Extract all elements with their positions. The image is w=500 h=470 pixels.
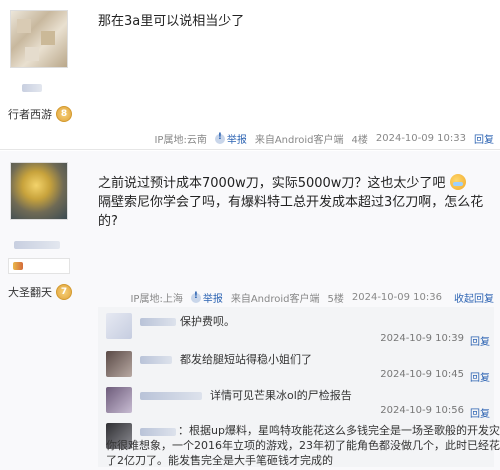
report-link[interactable]: 举报: [190, 290, 223, 305]
reply-username-blurred[interactable]: [140, 392, 202, 400]
ip-location: IP属地:上海: [130, 294, 183, 305]
reply-text: 都发给腿短站得稳小姐们了: [180, 353, 312, 366]
username-blurred[interactable]: [22, 84, 42, 92]
post-meta: IP属地:上海 举报 来自Android客户端 5楼 2024-10-09 10…: [130, 290, 494, 306]
reply-link[interactable]: 回复: [470, 369, 490, 384]
post-content-line2: 隔壁索尼你学会了吗，有爆料特工总开发成本超过3亿刀啊，怎么花的?: [98, 195, 484, 229]
floor-number: 4楼: [351, 135, 368, 146]
list-item: 都发给腿短站得稳小姐们了 2024-10-9 10:45 回复: [106, 351, 490, 385]
post-time: 2024-10-09 10:33: [375, 133, 466, 144]
post-content-line1: 之前说过预计成本7000w刀，实际5000w刀？这也太少了吧: [98, 176, 446, 191]
client-source: 来自Android客户端: [254, 135, 344, 146]
user-medal: [8, 258, 70, 274]
reply-avatar[interactable]: [106, 387, 132, 413]
list-item: ：根据up爆料，星鸣特攻能花这么多钱完全是一场圣歌般的开发灾难， 你很难想象，一…: [106, 423, 500, 467]
avatar[interactable]: [10, 162, 68, 220]
level-icon: 8: [56, 106, 72, 122]
reply-time: 2024-10-9 10:56: [380, 405, 464, 416]
reply-avatar[interactable]: [106, 313, 132, 339]
reply-username-blurred[interactable]: [140, 356, 172, 364]
reply-time: 2024-10-9 10:39: [380, 333, 464, 344]
reply-text: 保护费呗。: [180, 315, 235, 328]
medal-icon: [13, 262, 23, 270]
reply-list: 保护费呗。 2024-10-9 10:39 回复 都发给腿短站得稳小姐们了 20…: [98, 307, 500, 467]
reply-text-line1: ：根据up爆料，星鸣特攻能花这么多钱完全是一场圣歌般的开发灾难，: [178, 424, 500, 437]
avatar[interactable]: [10, 10, 68, 68]
post-time: 2024-10-09 10:36: [351, 292, 442, 303]
reply-link[interactable]: 回复: [470, 333, 490, 348]
username-blurred[interactable]: [14, 241, 60, 249]
user-badge: 行者西游 8: [8, 106, 72, 122]
user-badge: 大圣翻天 7: [8, 284, 72, 300]
reply-avatar[interactable]: [106, 351, 132, 377]
reply-time: 2024-10-9 10:45: [380, 369, 464, 380]
report-link[interactable]: 举报: [214, 131, 247, 146]
level-icon: 7: [56, 284, 72, 300]
floor-number: 5楼: [327, 294, 344, 305]
badge-label: 大圣翻天: [8, 286, 52, 299]
collapse-replies-link[interactable]: 收起回复: [454, 290, 494, 305]
post-meta: IP属地:云南 举报 来自Android客户端 4楼 2024-10-09 10…: [154, 131, 494, 147]
reply-link[interactable]: 回复: [474, 131, 494, 146]
list-item: 详情可见芒果冰ol的尸检报告 2024-10-9 10:56 回复: [106, 387, 490, 421]
list-item: 保护费呗。 2024-10-9 10:39 回复: [106, 313, 490, 349]
report-icon: [190, 291, 201, 303]
reply-meta: 2024-10-9 10:56 回复: [380, 405, 490, 420]
reply-username-blurred[interactable]: [140, 428, 176, 436]
reply-text: 详情可见芒果冰ol的尸检报告: [210, 389, 352, 402]
reply-text-line3: 了2亿刀了。能发售完全是大手笔砸钱才完成的: [106, 454, 333, 467]
report-icon: [214, 132, 225, 144]
post-content: 那在3a里可以说相当少了: [98, 14, 245, 29]
reply-text-line2: 你很难想象，一个2016年立项的游戏，23年初了能角色都没做几个，此时已经花: [106, 439, 500, 452]
emoji-sweat-icon: [449, 174, 466, 190]
reply-meta: 2024-10-9 10:39 回复: [380, 333, 490, 348]
post-floor-4: 行者西游 8 那在3a里可以说相当少了 IP属地:云南 举报 来自Android…: [0, 0, 500, 150]
badge-label: 行者西游: [8, 108, 52, 121]
reply-meta: 2024-10-9 10:45 回复: [380, 369, 490, 384]
reply-username-blurred[interactable]: [140, 318, 176, 326]
client-source: 来自Android客户端: [230, 294, 320, 305]
reply-link[interactable]: 回复: [470, 405, 490, 420]
post-content: 之前说过预计成本7000w刀，实际5000w刀？这也太少了吧 隔壁索尼你学会了吗…: [98, 174, 500, 231]
ip-location: IP属地:云南: [154, 135, 207, 146]
